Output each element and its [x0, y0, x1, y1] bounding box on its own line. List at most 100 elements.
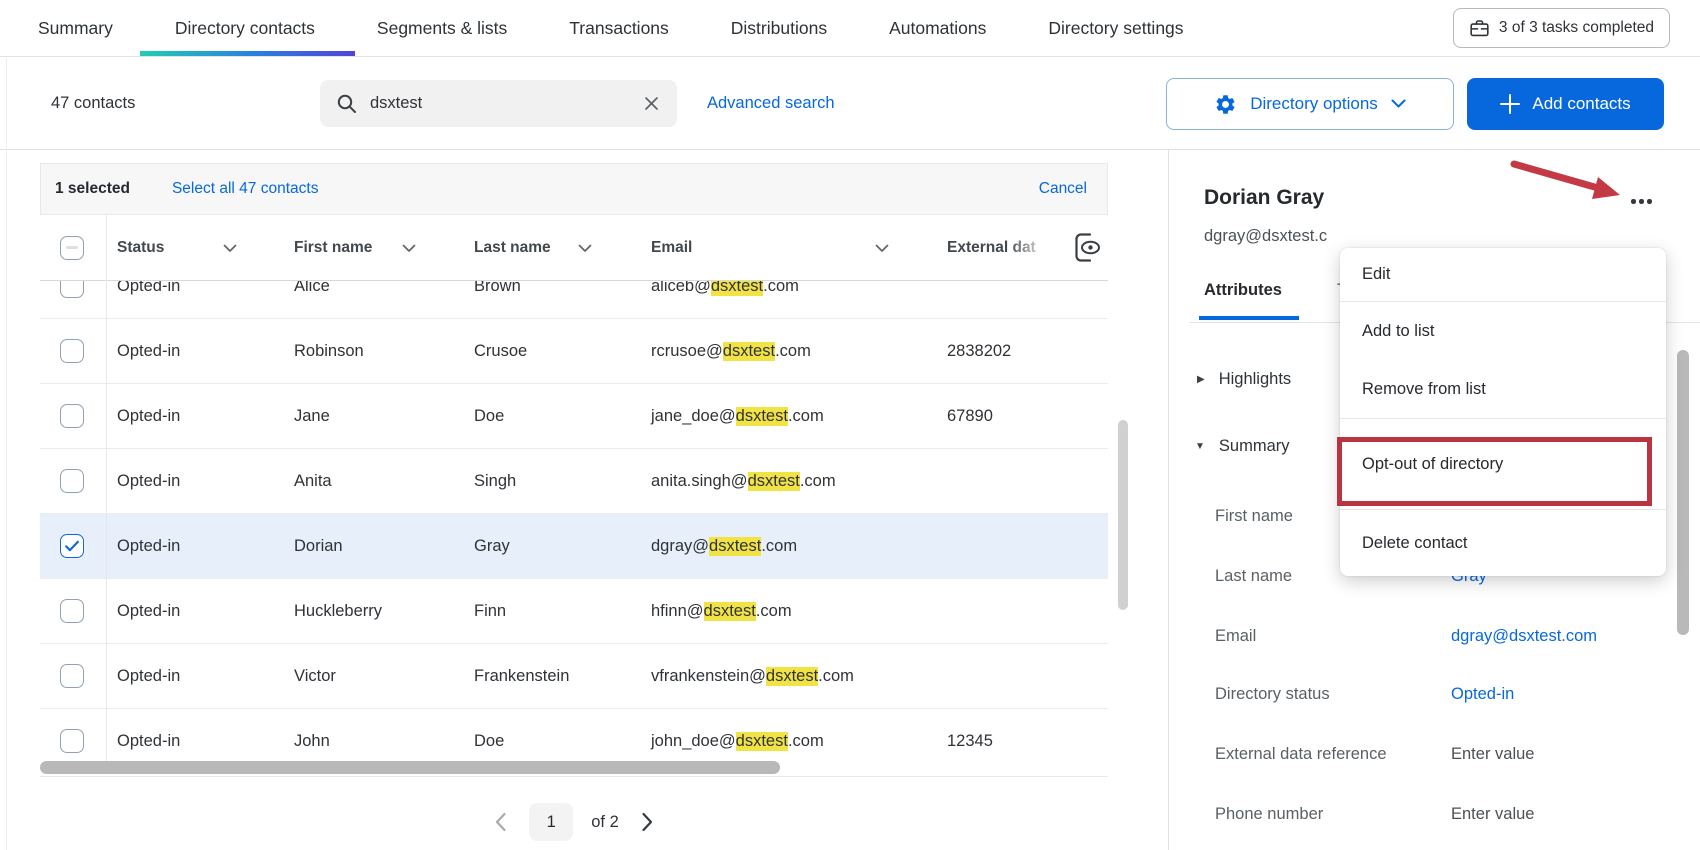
- table-row[interactable]: Opted-in Dorian Gray dgray@ dsxtest .com: [40, 514, 1108, 579]
- tab-summary[interactable]: Summary: [38, 0, 113, 56]
- column-header-email[interactable]: Email: [651, 215, 692, 281]
- cell-status: Opted-in: [117, 472, 181, 490]
- field-label: Phone number: [1215, 805, 1324, 823]
- column-settings-button[interactable]: [1068, 231, 1104, 267]
- field-value[interactable]: Enter value: [1451, 805, 1534, 824]
- row-checkbox[interactable]: [60, 664, 84, 688]
- search-term-highlight: dsxtest: [722, 342, 776, 361]
- tab-transactions[interactable]: Transactions: [569, 0, 669, 56]
- tasks-completed-button[interactable]: 3 of 3 tasks completed: [1452, 8, 1670, 48]
- cell-external-data: 2838202: [947, 342, 1012, 360]
- cell-first-name: Dorian: [294, 537, 343, 555]
- chevron-down-icon: [1391, 99, 1406, 108]
- row-checkbox[interactable]: [60, 729, 84, 753]
- cell-email: hfinn@ dsxtest .com: [651, 602, 792, 621]
- menu-item-delete-contact[interactable]: Delete contact: [1340, 510, 1666, 576]
- menu-item-remove-from-list[interactable]: Remove from list: [1340, 360, 1666, 418]
- cell-first-name: Anita: [294, 472, 332, 490]
- selection-bar: 1 selected Select all 47 contacts Cancel: [40, 163, 1108, 215]
- search-term-highlight: dsxtest: [703, 602, 756, 621]
- field-row-directory-status: Directory status Opted-in: [1169, 685, 1700, 709]
- section-summary[interactable]: ▼ Summary: [1195, 437, 1290, 456]
- field-label: External data reference: [1215, 745, 1387, 763]
- cell-email: jane_doe@ dsxtest .com: [651, 407, 824, 426]
- cell-first-name: John: [294, 732, 330, 750]
- annotation-highlight-box: [1337, 437, 1652, 506]
- cell-last-name: Doe: [474, 407, 505, 425]
- sort-chevron-icon[interactable]: [223, 244, 237, 253]
- page-of-label: of 2: [591, 812, 619, 831]
- selected-count: 1 selected: [55, 180, 130, 197]
- cell-first-name: Robinson: [294, 342, 364, 360]
- table-row[interactable]: Opted-in Anita Singh anita.singh@ dsxtest .co…: [40, 449, 1108, 514]
- column-header-first-name[interactable]: First name: [294, 215, 372, 281]
- tasks-completed-label: 3 of 3 tasks completed: [1498, 19, 1654, 36]
- cancel-link[interactable]: Cancel: [1039, 180, 1087, 198]
- table-header: Status First name Last name Email Extern…: [40, 215, 1108, 281]
- column-header-last-name[interactable]: Last name: [474, 215, 551, 281]
- table-row[interactable]: Opted-in Robinson Crusoe rcrusoe@ dsxtest .co…: [40, 319, 1108, 384]
- table-vertical-scrollbar[interactable]: [1118, 420, 1128, 610]
- indeterminate-dash: [66, 246, 78, 249]
- table-row[interactable]: Opted-in John Doe john_doe@ dsxtest .com 12345: [40, 709, 1108, 761]
- table-horizontal-scrollbar[interactable]: [40, 761, 780, 774]
- tab-automations[interactable]: Automations: [889, 0, 986, 56]
- field-label: First name: [1215, 507, 1293, 525]
- search-input[interactable]: [370, 94, 630, 113]
- table-row[interactable]: Opted-in Jane Doe jane_doe@ dsxtest .com 67890: [40, 384, 1108, 449]
- cell-last-name: Brown: [474, 281, 521, 295]
- panel-scrollbar[interactable]: [1677, 350, 1689, 635]
- current-page-box[interactable]: 1: [529, 803, 574, 841]
- column-header-status[interactable]: Status: [117, 215, 164, 281]
- table-row[interactable]: Opted-in Huckleberry Finn hfinn@ dsxtest .com: [40, 579, 1108, 644]
- page-left-edge: [6, 58, 7, 850]
- table-row[interactable]: Opted-in Victor Frankenstein vfrankenstein@…: [40, 644, 1108, 709]
- cell-email: john_doe@ dsxtest .com: [651, 732, 824, 751]
- menu-item-edit[interactable]: Edit: [1340, 248, 1666, 301]
- table-row[interactable]: Opted-in Alice Brown aliceb@ dsxtest .com: [40, 281, 1108, 319]
- cell-status: Opted-in: [117, 602, 181, 620]
- field-value[interactable]: Opted-in: [1451, 685, 1514, 704]
- select-all-checkbox[interactable]: [60, 236, 84, 260]
- contact-name: Dorian Gray: [1204, 186, 1325, 209]
- cell-last-name: Singh: [474, 472, 517, 490]
- dot: [1639, 199, 1644, 204]
- section-highlights[interactable]: ▶ Highlights: [1197, 370, 1291, 389]
- row-checkbox[interactable]: [60, 599, 84, 623]
- tab-segments-lists[interactable]: Segments & lists: [377, 0, 507, 56]
- menu-item-add-to-list[interactable]: Add to list: [1340, 302, 1666, 360]
- select-all-link[interactable]: Select all 47 contacts: [172, 180, 318, 198]
- checkmark-icon: [65, 540, 79, 552]
- row-checkbox[interactable]: [60, 534, 84, 558]
- cell-email: rcrusoe@ dsxtest .com: [651, 342, 811, 361]
- sort-chevron-icon[interactable]: [578, 244, 592, 253]
- cell-external-data: 67890: [947, 407, 993, 425]
- dot: [1647, 199, 1652, 204]
- cell-external-data: 12345: [947, 732, 993, 750]
- tab-directory-contacts[interactable]: Directory contacts: [139, 0, 355, 56]
- field-label: Last name: [1215, 567, 1293, 585]
- field-value[interactable]: dgray@dsxtest.com: [1451, 627, 1597, 646]
- qualtrics-directory-page: Summary Directory contacts Segments & list…: [0, 0, 1700, 850]
- row-checkbox[interactable]: [60, 281, 84, 298]
- row-checkbox[interactable]: [60, 404, 84, 428]
- advanced-search-link[interactable]: Advanced search: [707, 58, 835, 149]
- previous-page-button[interactable]: [490, 808, 511, 836]
- directory-options-button[interactable]: Directory options: [1166, 78, 1454, 130]
- field-value[interactable]: Enter value: [1451, 745, 1534, 764]
- next-page-button[interactable]: [637, 808, 658, 836]
- search-box[interactable]: [320, 80, 677, 127]
- cell-last-name: Finn: [474, 602, 507, 620]
- row-checkbox[interactable]: [60, 469, 84, 493]
- tab-attributes[interactable]: Attributes: [1204, 281, 1282, 300]
- cell-first-name: Jane: [294, 407, 330, 425]
- row-checkbox[interactable]: [60, 339, 84, 363]
- triangle-expanded-icon: ▼: [1195, 441, 1205, 452]
- sort-chevron-icon[interactable]: [402, 244, 416, 253]
- cell-status: Opted-in: [117, 537, 181, 555]
- clear-search-button[interactable]: [642, 94, 661, 113]
- add-contacts-button[interactable]: Add contacts: [1467, 78, 1664, 130]
- tab-distributions[interactable]: Distributions: [731, 0, 827, 56]
- tab-directory-settings[interactable]: Directory settings: [1048, 0, 1183, 56]
- sort-chevron-icon[interactable]: [875, 244, 889, 253]
